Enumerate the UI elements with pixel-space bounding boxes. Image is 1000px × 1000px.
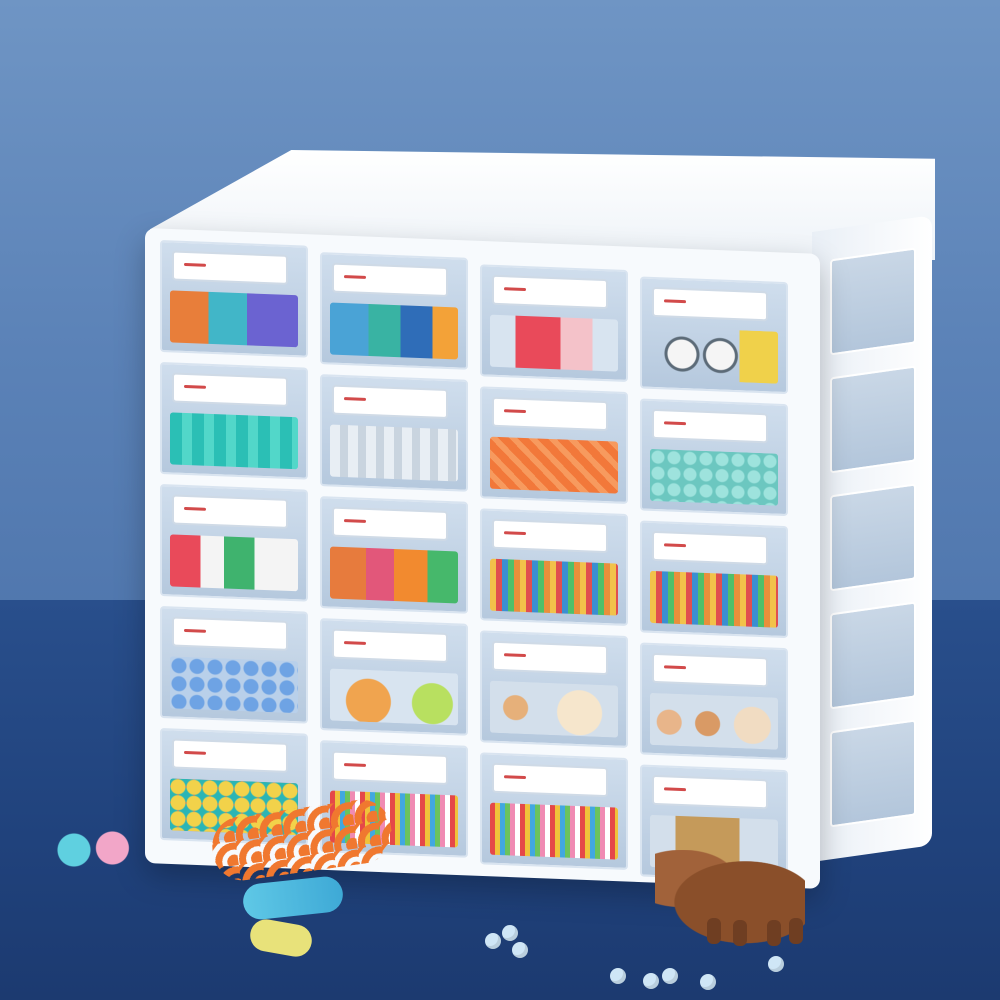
drawer-contents xyxy=(330,302,458,360)
storage-drawer[interactable] xyxy=(480,752,628,870)
drawer-contents xyxy=(650,692,778,750)
side-window xyxy=(830,483,916,592)
side-window xyxy=(830,719,916,828)
drawer-label-tab[interactable] xyxy=(172,738,288,773)
drawer-contents xyxy=(330,668,458,726)
storage-drawer[interactable] xyxy=(320,618,468,736)
drawer-contents xyxy=(490,314,618,372)
bead-icon xyxy=(502,925,518,941)
drawer-contents xyxy=(490,802,618,860)
storage-drawer[interactable] xyxy=(640,276,788,395)
drawer-contents xyxy=(490,558,618,616)
drawer-contents xyxy=(170,290,298,348)
bead-icon xyxy=(768,956,784,972)
storage-drawer[interactable] xyxy=(640,642,788,761)
storage-drawer[interactable] xyxy=(320,496,468,614)
drawer-contents xyxy=(170,534,298,592)
storage-drawer[interactable] xyxy=(160,606,308,724)
drawer-label-tab[interactable] xyxy=(492,640,608,676)
drawer-label-tab[interactable] xyxy=(652,286,768,322)
drawer-label-tab[interactable] xyxy=(172,616,288,651)
drawer-label-tab[interactable] xyxy=(492,762,608,798)
drawer-contents xyxy=(650,570,778,628)
bear-figure-icon xyxy=(655,850,805,946)
storage-drawer[interactable] xyxy=(160,240,308,358)
drawer-label-tab[interactable] xyxy=(492,274,608,310)
drawer-label-tab[interactable] xyxy=(332,750,448,786)
drawer-label-tab[interactable] xyxy=(652,774,768,810)
drawer-label-tab[interactable] xyxy=(332,628,448,664)
drawer-label-tab[interactable] xyxy=(172,494,288,529)
bead-icon xyxy=(662,968,678,984)
side-window xyxy=(830,247,916,356)
storage-drawer[interactable] xyxy=(640,520,788,639)
drawer-label-tab[interactable] xyxy=(332,384,448,420)
storage-drawer[interactable] xyxy=(160,362,308,480)
drawer-label-tab[interactable] xyxy=(652,652,768,688)
drawer-label-tab[interactable] xyxy=(492,518,608,554)
drawer-label-tab[interactable] xyxy=(652,408,768,444)
bear-leg xyxy=(789,918,803,944)
drawer-contents xyxy=(330,424,458,482)
drawer-contents xyxy=(170,656,298,714)
drawer-label-tab[interactable] xyxy=(332,506,448,542)
product-photo-scene xyxy=(0,0,1000,1000)
drawer-contents xyxy=(650,448,778,506)
bead-icon xyxy=(700,974,716,990)
bead-icon xyxy=(643,973,659,989)
bear-leg xyxy=(767,920,781,946)
drawer-contents xyxy=(490,680,618,738)
drawer-label-tab[interactable] xyxy=(332,262,448,298)
drawer-grid xyxy=(160,240,805,883)
drawer-contents xyxy=(650,326,778,384)
bear-leg xyxy=(733,920,747,946)
drawer-label-tab[interactable] xyxy=(172,372,288,407)
storage-drawer[interactable] xyxy=(480,386,628,504)
side-window xyxy=(830,601,916,710)
side-window xyxy=(830,365,916,474)
storage-drawer[interactable] xyxy=(480,630,628,748)
storage-drawer[interactable] xyxy=(480,264,628,382)
bead-icon xyxy=(485,933,501,949)
bear-leg xyxy=(707,918,721,944)
storage-drawer[interactable] xyxy=(480,508,628,626)
storage-drawer[interactable] xyxy=(160,484,308,602)
bead-icon xyxy=(512,942,528,958)
drawer-label-tab[interactable] xyxy=(172,250,288,285)
drawer-label-tab[interactable] xyxy=(652,530,768,566)
storage-drawer[interactable] xyxy=(320,374,468,492)
flower-icon xyxy=(50,830,146,870)
storage-drawer[interactable] xyxy=(320,252,468,370)
drawer-contents xyxy=(490,436,618,494)
drawer-contents xyxy=(330,546,458,604)
storage-drawer[interactable] xyxy=(640,398,788,517)
drawer-label-tab[interactable] xyxy=(492,396,608,432)
bead-icon xyxy=(610,968,626,984)
drawer-contents xyxy=(170,412,298,470)
cabinet-side xyxy=(812,215,932,862)
